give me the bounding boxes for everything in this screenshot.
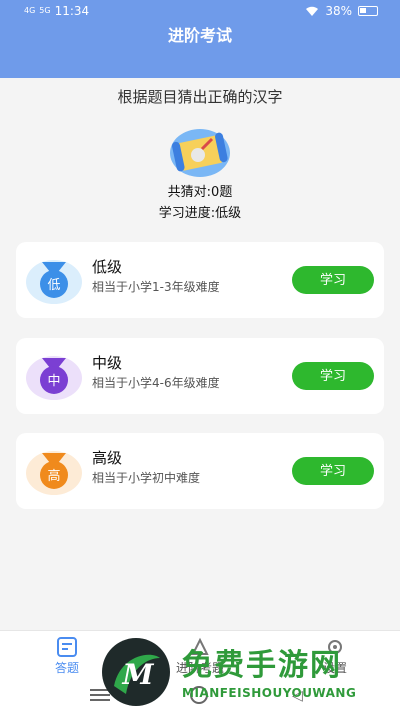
page-title: 进阶考试 xyxy=(167,26,232,45)
watermark-brand-en: MIANFEISHOUYOUWANG xyxy=(182,686,357,700)
scroll-icon xyxy=(170,129,230,177)
status-bar: 4G 5G 11:34 38% xyxy=(0,0,400,24)
watermark: M 免费手游网 MIANFEISHOUYOUWANG xyxy=(100,636,390,708)
quiz-icon xyxy=(57,637,77,657)
low-badge-text: 低 xyxy=(47,278,60,293)
level-name-low: 低级 xyxy=(92,258,123,276)
watermark-brand-cn: 免费手游网 xyxy=(182,648,342,683)
level-card-mid: 中 中级 相当于小学4-6年级难度 学习 xyxy=(16,338,384,414)
high-medal-icon: 高 xyxy=(26,451,82,495)
app-header: 4G 5G 11:34 38% 进阶考试 xyxy=(0,0,400,78)
low-medal-icon: 低 xyxy=(26,260,82,304)
time: 11:34 xyxy=(54,4,90,18)
watermark-logo-icon: M xyxy=(102,638,170,706)
level-card-high: 高 高级 相当于小学初中难度 学习 xyxy=(16,433,384,509)
tab-quiz[interactable]: 答题 xyxy=(37,637,97,676)
high-badge-text: 高 xyxy=(47,468,60,484)
level-card-low: 低 低级 相当于小学1-3年级难度 学习 xyxy=(16,242,384,318)
wifi-icon xyxy=(306,6,319,16)
network-label-2: 5G xyxy=(39,6,51,15)
level-name-high: 高级 xyxy=(92,449,123,467)
tab-quiz-label: 答题 xyxy=(54,661,79,675)
level-desc-high: 相当于小学初中难度 xyxy=(92,471,201,485)
level-name-mid: 中级 xyxy=(92,354,123,372)
svg-text:M: M xyxy=(122,658,155,691)
study-button-low[interactable]: 学习 xyxy=(292,266,374,294)
mid-medal-icon: 中 xyxy=(26,356,82,400)
battery-icon xyxy=(358,6,378,16)
level-desc-low: 相当于小学1-3年级难度 xyxy=(92,280,220,294)
level-desc-mid: 相当于小学4-6年级难度 xyxy=(92,376,220,390)
study-progress: 学习进度:低级 xyxy=(158,206,242,221)
battery-percent: 38% xyxy=(325,4,352,18)
study-button-high[interactable]: 学习 xyxy=(292,457,374,485)
mid-badge-text: 中 xyxy=(47,374,60,389)
network-label: 4G xyxy=(24,6,36,15)
correct-count: 共猜对:0题 xyxy=(167,185,233,200)
study-button-mid[interactable]: 学习 xyxy=(292,362,374,390)
instruction-text: 根据题目猜出正确的汉字 xyxy=(117,88,283,106)
